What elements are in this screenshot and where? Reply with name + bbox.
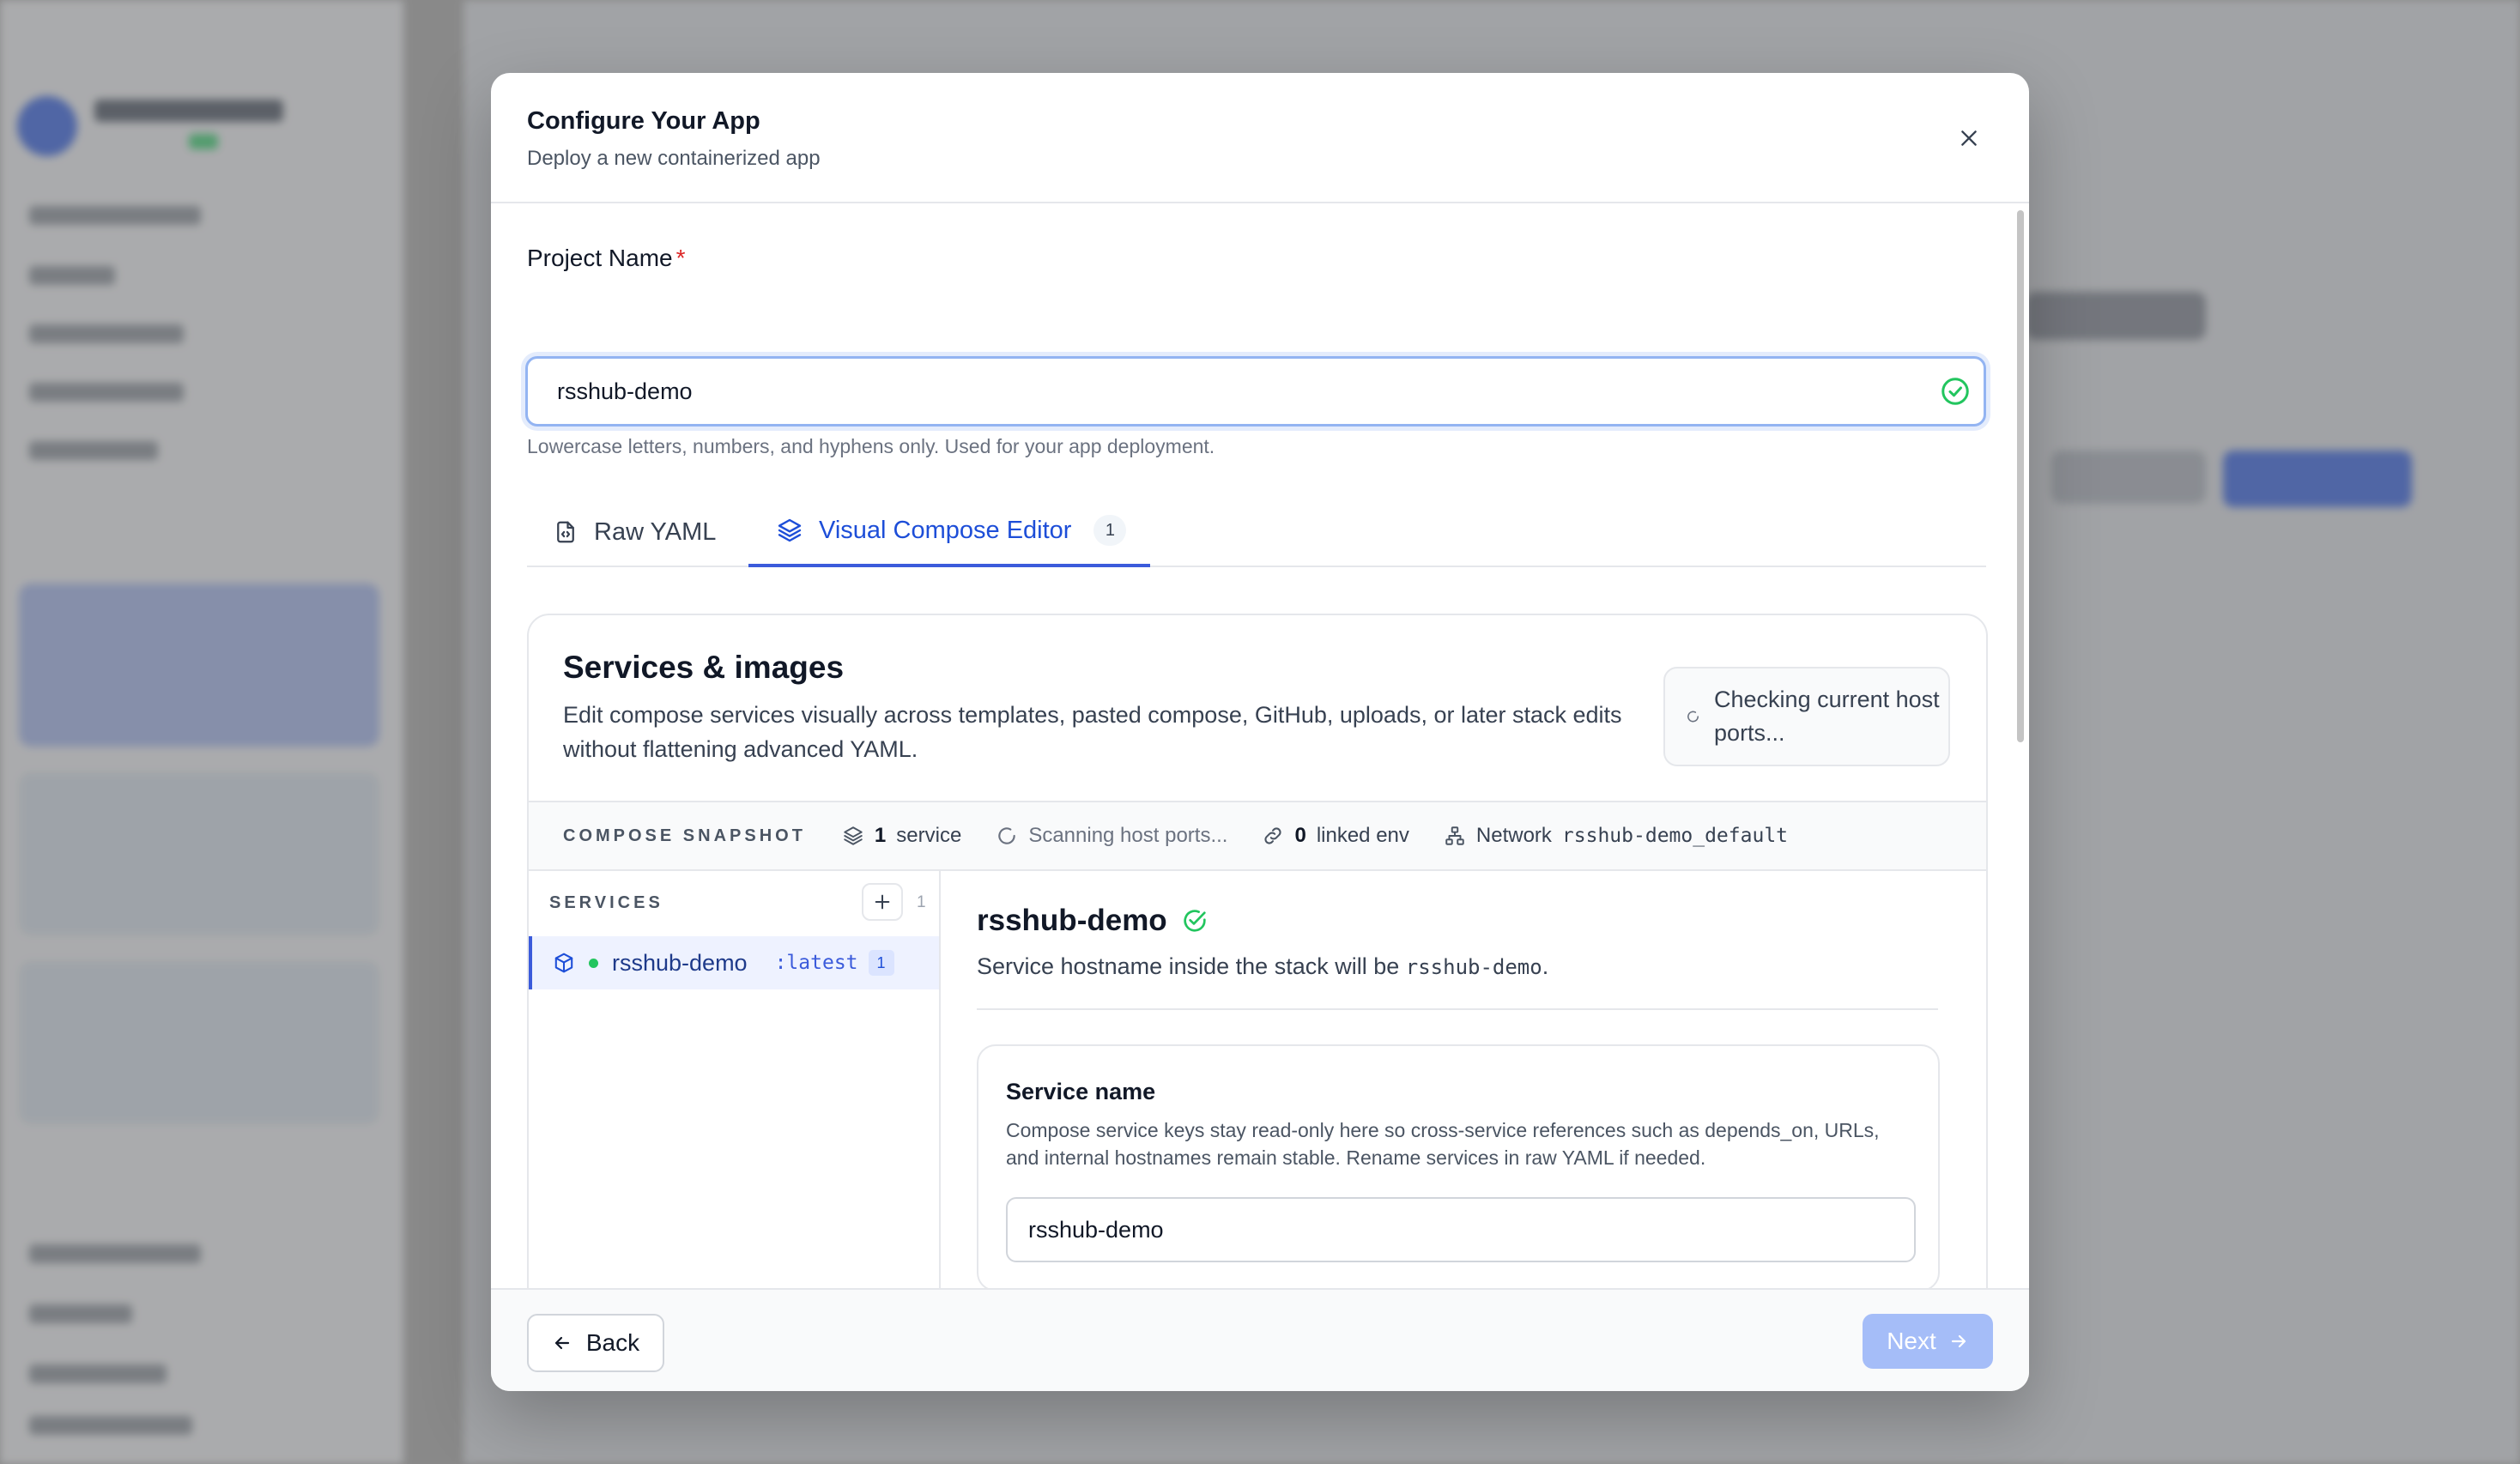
service-name-card: Service name Compose service keys stay r…: [977, 1044, 1940, 1292]
close-icon: [1961, 130, 1977, 146]
service-item-name: rsshub-demo: [612, 949, 748, 976]
service-name-description: Compose service keys stay read-only here…: [1006, 1119, 1880, 1169]
editor-tabs: Raw YAML Visual Compose Editor 1: [527, 497, 1986, 567]
snapshot-linked-env-count: 0: [1294, 824, 1306, 847]
project-name-label-text: Project Name: [527, 245, 673, 271]
hostname-prefix: Service hostname inside the stack will b…: [977, 953, 1400, 979]
tab-raw-yaml-label: Raw YAML: [594, 517, 717, 546]
snapshot-network-label: Network: [1475, 824, 1552, 847]
box-icon: [554, 953, 573, 973]
tab-visual-label: Visual Compose Editor: [819, 516, 1072, 544]
valid-check-icon: [1184, 910, 1206, 932]
scroll-thumb[interactable]: [2017, 210, 2024, 742]
next-button[interactable]: Next: [1863, 1314, 1993, 1369]
network-icon: [1445, 826, 1464, 845]
snapshot-linked-env: 0 linked env: [1262, 824, 1409, 848]
ports-status-text: Checking current host ports...: [1714, 687, 1940, 746]
hostname-suffix: .: [1542, 953, 1549, 979]
service-hostname-text: Service hostname inside the stack will b…: [977, 953, 1548, 980]
spinner-icon: [998, 827, 1016, 844]
editor-description: Edit compose services visually across te…: [563, 702, 1622, 762]
snapshot-service-count: 1: [874, 824, 887, 847]
snapshot-service-word: service: [896, 824, 962, 847]
service-name-title: Service name: [1006, 1079, 1156, 1104]
modal-title: Configure Your App: [527, 107, 760, 135]
service-name-input[interactable]: [1006, 1197, 1916, 1262]
project-name-input[interactable]: [525, 356, 1986, 426]
modal-scrollbar[interactable]: [2015, 205, 2024, 1362]
compose-snapshot-bar: COMPOSE SNAPSHOT 1 service Scanning host…: [529, 801, 1986, 871]
service-item-count: 1: [868, 950, 894, 976]
service-detail-title: rsshub-demo: [977, 904, 1209, 938]
back-button-label: Back: [585, 1329, 640, 1356]
project-name-label: Project Name *: [527, 245, 686, 272]
ports-status-chip: Checking current host ports...: [1663, 667, 1950, 766]
snapshot-network: Network rsshub-demo_default: [1444, 824, 1788, 848]
tab-raw-yaml[interactable]: Raw YAML: [553, 497, 716, 567]
service-detail-name: rsshub-demo: [977, 904, 1167, 937]
services-heading: SERVICES: [549, 893, 663, 912]
spinner-icon: [1687, 711, 1699, 723]
layers-icon: [778, 518, 802, 542]
snapshot-linked-env-word: linked env: [1316, 824, 1409, 847]
file-code-icon: [557, 521, 574, 543]
project-name-help: Lowercase letters, numbers, and hyphens …: [527, 435, 1215, 457]
plus-icon: [875, 894, 890, 910]
modal-footer: Back Next: [491, 1288, 2029, 1391]
modal-subtitle: Deploy a new containerized app: [527, 147, 821, 170]
configure-app-modal: Configure Your App Deploy a new containe…: [491, 73, 2029, 1391]
snapshot-scan: Scanning host ports...: [996, 824, 1227, 848]
editor-title: Services & images: [563, 650, 845, 685]
snapshot-network-name: rsshub-demo_default: [1561, 825, 1789, 847]
detail-divider: [977, 1008, 1938, 1010]
valid-check-icon: [1940, 376, 1971, 411]
snapshot-services: 1 service: [842, 824, 961, 848]
service-list-item[interactable]: rsshub-demo :latest 1: [529, 936, 939, 989]
compose-editor-card: Services & images Edit compose services …: [527, 614, 1988, 1362]
add-service-button[interactable]: [862, 883, 903, 921]
hostname-value: rsshub-demo: [1405, 955, 1542, 979]
close-button[interactable]: [1952, 121, 1986, 155]
services-count: 1: [917, 893, 926, 911]
snapshot-scan-status: Scanning host ports...: [1028, 824, 1228, 847]
back-button[interactable]: Back: [527, 1314, 664, 1372]
arrow-left-icon: [554, 1336, 569, 1350]
service-status-dot: [589, 958, 598, 968]
tab-visual-badge: 1: [1093, 515, 1127, 546]
tab-visual-compose-editor[interactable]: Visual Compose Editor 1: [748, 497, 1150, 567]
link-icon: [1264, 827, 1281, 844]
modal-body: Project Name* Lowercase letters, numbers…: [491, 205, 2029, 1362]
arrow-right-icon: [1951, 1334, 1966, 1348]
next-button-label: Next: [1887, 1328, 1936, 1354]
layers-icon: [844, 826, 863, 845]
snapshot-label: COMPOSE SNAPSHOT: [563, 826, 806, 845]
required-mark: *: [675, 245, 686, 271]
modal-header: Configure Your App Deploy a new containe…: [491, 73, 2029, 203]
service-item-tag: :latest: [774, 952, 858, 974]
